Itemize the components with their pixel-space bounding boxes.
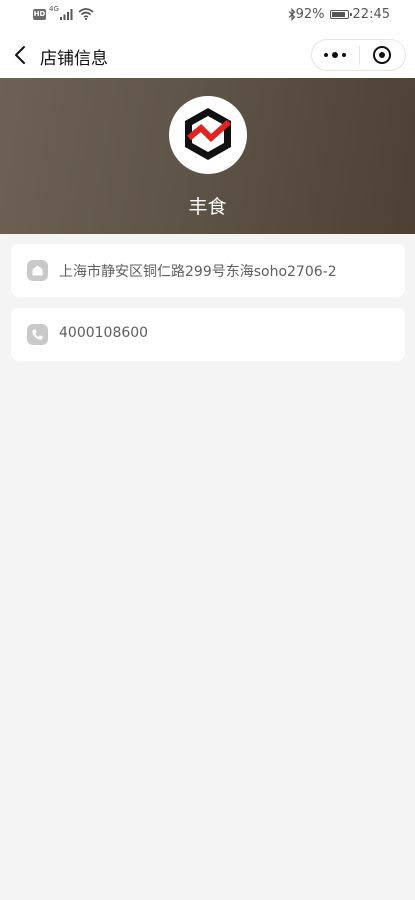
network-type-label: 4G	[49, 5, 59, 13]
signal-bars-icon	[59, 9, 73, 20]
page-title: 店铺信息	[40, 49, 108, 69]
hexagon-logo-icon	[185, 108, 231, 160]
address-card[interactable]: 上海市静安区铜仁路299号东海soho2706-2	[11, 244, 405, 297]
phone-icon	[27, 324, 48, 345]
shop-name: 丰食	[188, 196, 227, 218]
battery-percent: 92%	[295, 7, 325, 22]
wifi-icon	[78, 8, 94, 20]
status-bar-right: 92% 22:45	[288, 7, 390, 22]
shop-phone: 4000108600	[59, 325, 149, 341]
close-button[interactable]	[359, 40, 405, 70]
battery-icon	[329, 10, 352, 19]
hd-badge: HD	[33, 8, 46, 20]
shop-banner: 丰食	[0, 78, 415, 234]
nav-bar: 店铺信息	[0, 32, 415, 78]
battery-tip	[349, 13, 352, 16]
more-button[interactable]	[312, 40, 359, 70]
home-icon	[27, 260, 48, 281]
mini-program-capsule	[311, 39, 406, 71]
status-time: 22:45	[352, 7, 390, 22]
status-bar-left: HD 4G	[33, 5, 94, 20]
shop-logo	[169, 96, 247, 174]
target-ring-icon	[373, 46, 392, 64]
status-bar: HD 4G 92% 22:45	[0, 0, 415, 32]
back-button[interactable]	[8, 41, 32, 69]
phone-card[interactable]: 4000108600	[11, 308, 405, 361]
shop-address: 上海市静安区铜仁路299号东海soho2706-2	[59, 264, 337, 280]
battery-fill	[331, 12, 346, 17]
more-dots-icon	[322, 52, 348, 58]
chevron-left-icon	[15, 46, 25, 64]
bluetooth-icon	[288, 8, 295, 21]
